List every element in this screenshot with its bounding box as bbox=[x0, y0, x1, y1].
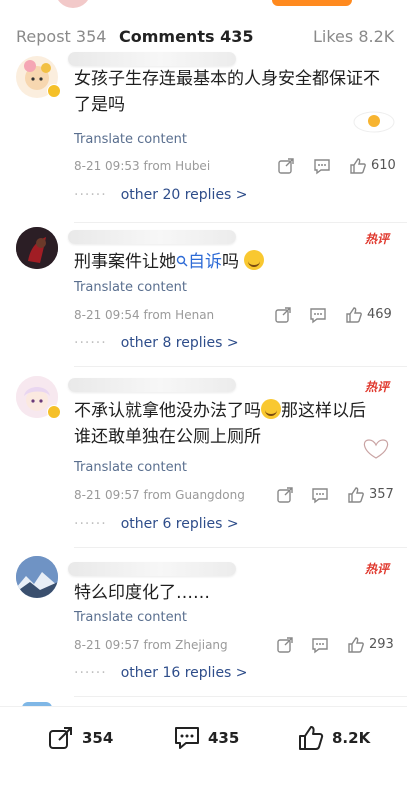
thinking-emoji-icon bbox=[244, 250, 265, 270]
translate-link[interactable]: Translate content bbox=[74, 610, 187, 625]
comment-meta: 8-21 09:57 from Zhejiang bbox=[74, 638, 228, 652]
share-icon[interactable] bbox=[276, 486, 294, 504]
like-count: 293 bbox=[369, 637, 394, 652]
divider bbox=[74, 547, 407, 548]
like-icon[interactable] bbox=[349, 157, 367, 175]
divider bbox=[74, 222, 407, 223]
hot-comment-badge: 热评 bbox=[364, 562, 389, 576]
comment-text: 不承认就拿他没办法了吗 那这样以后谁还敢单独在公厕上厕所 bbox=[74, 399, 366, 447]
search-icon bbox=[176, 255, 188, 267]
more-replies-link[interactable]: ······ other 6 replies > bbox=[74, 516, 239, 532]
comment-text: 女孩子生存连最基本的人身安全都保证不了是吗 bbox=[74, 69, 380, 115]
partial-follow-button[interactable] bbox=[272, 0, 352, 6]
like-count: 469 bbox=[367, 307, 392, 322]
comment-icon bbox=[175, 727, 199, 749]
comment-icon[interactable] bbox=[311, 636, 329, 654]
heart-sticker-icon bbox=[363, 439, 389, 459]
comment-meta: 8-21 09:53 from Hubei bbox=[74, 159, 211, 173]
avatar[interactable] bbox=[16, 227, 58, 269]
comment-tabs-bar: Repost 354 Comments 435 Likes 8.2K bbox=[0, 0, 407, 58]
verified-badge-icon bbox=[47, 84, 61, 98]
partial-avatar bbox=[55, 0, 91, 8]
translate-link[interactable]: Translate content bbox=[74, 132, 187, 147]
translate-link[interactable]: Translate content bbox=[74, 280, 187, 295]
tab-likes[interactable]: Likes 8.2K bbox=[313, 27, 394, 46]
search-link[interactable]: 自诉 bbox=[176, 252, 222, 272]
tab-comments[interactable]: Comments 435 bbox=[119, 27, 253, 46]
avatar[interactable] bbox=[16, 556, 58, 598]
comment-meta: 8-21 09:57 from Guangdong bbox=[74, 488, 245, 502]
like-count: 610 bbox=[371, 158, 396, 173]
translate-link[interactable]: Translate content bbox=[74, 460, 187, 475]
like-icon[interactable] bbox=[347, 486, 365, 504]
comment-icon[interactable] bbox=[309, 306, 327, 324]
more-replies-link[interactable]: ······ other 16 replies > bbox=[74, 665, 248, 681]
divider bbox=[74, 696, 407, 697]
like-count: 357 bbox=[369, 487, 394, 502]
share-icon[interactable] bbox=[277, 157, 295, 175]
like-icon[interactable] bbox=[347, 636, 365, 654]
bottom-action-bar: 354 435 8.2K bbox=[0, 706, 407, 801]
repost-icon bbox=[49, 727, 72, 749]
verified-badge-icon bbox=[47, 405, 61, 419]
username[interactable] bbox=[68, 562, 236, 576]
comment-icon[interactable] bbox=[311, 486, 329, 504]
username[interactable] bbox=[68, 52, 236, 66]
share-icon[interactable] bbox=[274, 306, 292, 324]
comment-meta: 8-21 09:54 from Henan bbox=[74, 308, 215, 322]
sweat-smile-emoji-icon bbox=[261, 399, 281, 419]
username[interactable] bbox=[68, 378, 236, 392]
comment-count: 435 bbox=[208, 729, 240, 747]
more-replies-link[interactable]: ······ other 20 replies > bbox=[74, 187, 248, 203]
like-icon[interactable] bbox=[345, 306, 363, 324]
more-replies-link[interactable]: ······ other 8 replies > bbox=[74, 335, 239, 351]
hot-comment-badge: 热评 bbox=[364, 380, 389, 394]
divider bbox=[74, 366, 407, 367]
comment-text: 刑事案件让她 自诉吗 bbox=[74, 249, 381, 275]
share-icon[interactable] bbox=[276, 636, 294, 654]
tab-repost[interactable]: Repost 354 bbox=[16, 27, 106, 46]
like-count: 8.2K bbox=[332, 729, 371, 747]
fried-egg-sticker-icon bbox=[353, 111, 395, 133]
repost-count: 354 bbox=[82, 729, 114, 747]
hot-comment-badge: 热评 bbox=[364, 232, 389, 246]
thumbs-up-icon bbox=[299, 726, 324, 750]
comment-icon[interactable] bbox=[313, 157, 331, 175]
username[interactable] bbox=[68, 230, 236, 244]
comment-text: 特么印度化了…… bbox=[74, 583, 210, 603]
